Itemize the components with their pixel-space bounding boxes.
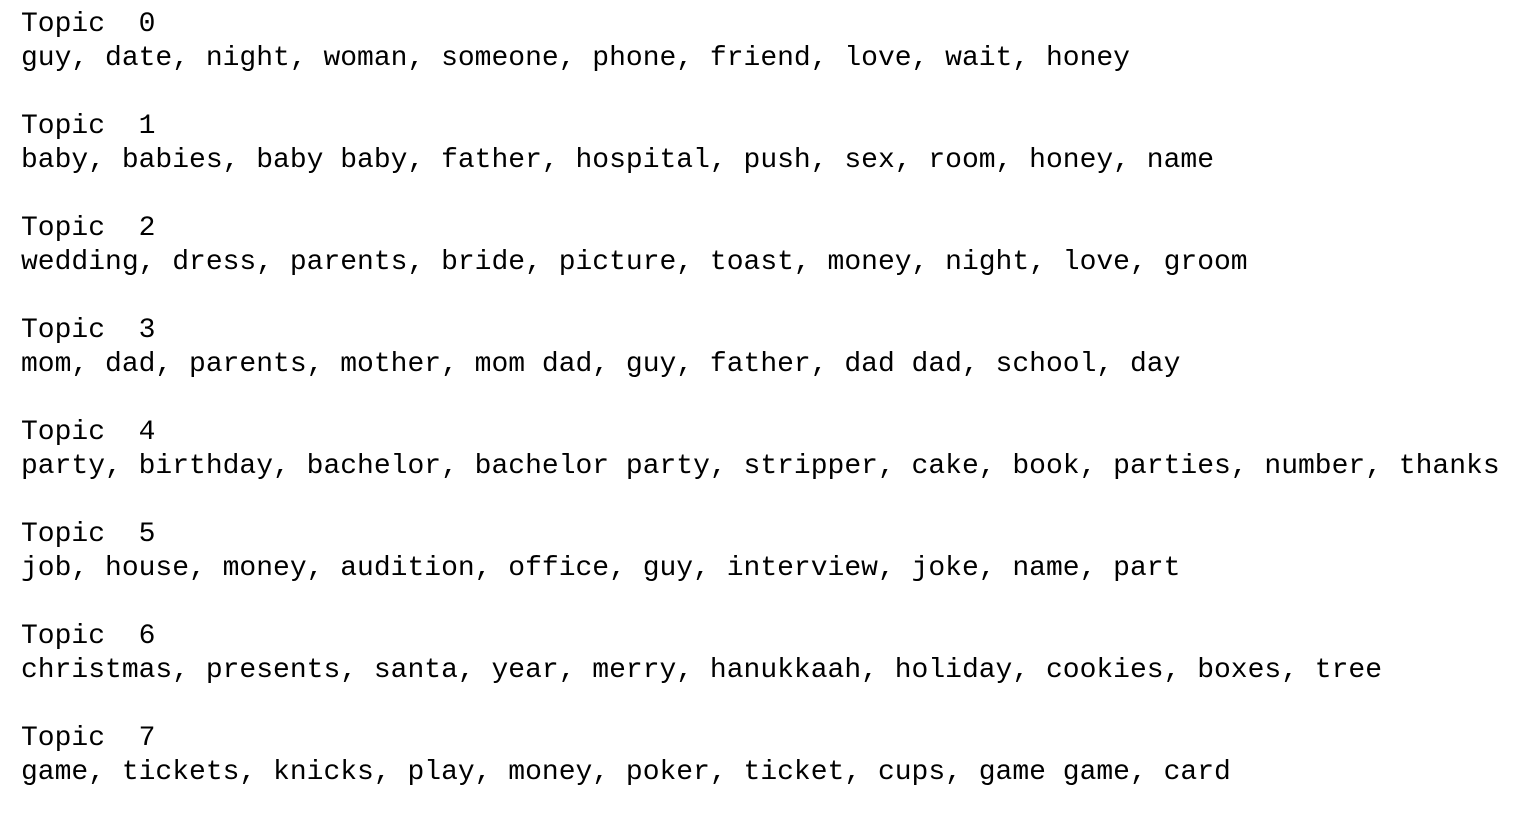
topic-block-0: Topic 0 guy, date, night, woman, someone…	[21, 8, 1526, 110]
topic-output: Topic 0 guy, date, night, woman, someone…	[21, 8, 1526, 824]
topic-label: Topic	[21, 9, 106, 40]
topic-block-3: Topic 3 mom, dad, parents, mother, mom d…	[21, 314, 1526, 416]
topic-words: party, birthday, bachelor, bachelor part…	[21, 451, 1500, 482]
topic-heading: Topic 6	[21, 620, 1526, 654]
topic-words: mom, dad, parents, mother, mom dad, guy,…	[21, 349, 1181, 380]
topic-label: Topic	[21, 723, 106, 754]
topic-words: game, tickets, knicks, play, money, poke…	[21, 757, 1231, 788]
topic-heading: Topic 4	[21, 416, 1526, 450]
topic-words: christmas, presents, santa, year, merry,…	[21, 655, 1383, 686]
topic-label: Topic	[21, 417, 106, 448]
topic-block-1: Topic 1 baby, babies, baby baby, father,…	[21, 110, 1526, 212]
topic-heading: Topic 7	[21, 722, 1526, 756]
topic-block-6: Topic 6 christmas, presents, santa, year…	[21, 620, 1526, 722]
topic-number: 5	[138, 519, 156, 550]
topic-words: wedding, dress, parents, bride, picture,…	[21, 247, 1248, 278]
topic-heading: Topic 5	[21, 518, 1526, 552]
topic-block-7: Topic 7 game, tickets, knicks, play, mon…	[21, 722, 1526, 824]
topic-block-4: Topic 4 party, birthday, bachelor, bache…	[21, 416, 1526, 518]
topic-number: 0	[138, 9, 156, 40]
topic-words: job, house, money, audition, office, guy…	[21, 553, 1181, 584]
topic-heading: Topic 0	[21, 8, 1526, 42]
topic-number: 6	[138, 621, 156, 652]
topic-label: Topic	[21, 315, 106, 346]
topic-heading: Topic 2	[21, 212, 1526, 246]
topic-block-2: Topic 2 wedding, dress, parents, bride, …	[21, 212, 1526, 314]
topic-number: 3	[138, 315, 156, 346]
topic-heading: Topic 1	[21, 110, 1526, 144]
topic-label: Topic	[21, 213, 106, 244]
topic-label: Topic	[21, 621, 106, 652]
topic-label: Topic	[21, 519, 106, 550]
topic-block-5: Topic 5 job, house, money, audition, off…	[21, 518, 1526, 620]
topic-label: Topic	[21, 111, 106, 142]
topic-words: baby, babies, baby baby, father, hospita…	[21, 145, 1214, 176]
topic-heading: Topic 3	[21, 314, 1526, 348]
topic-number: 1	[138, 111, 156, 142]
topic-words: guy, date, night, woman, someone, phone,…	[21, 43, 1130, 74]
topic-number: 4	[138, 417, 156, 448]
topic-number: 7	[138, 723, 156, 754]
topic-number: 2	[138, 213, 156, 244]
